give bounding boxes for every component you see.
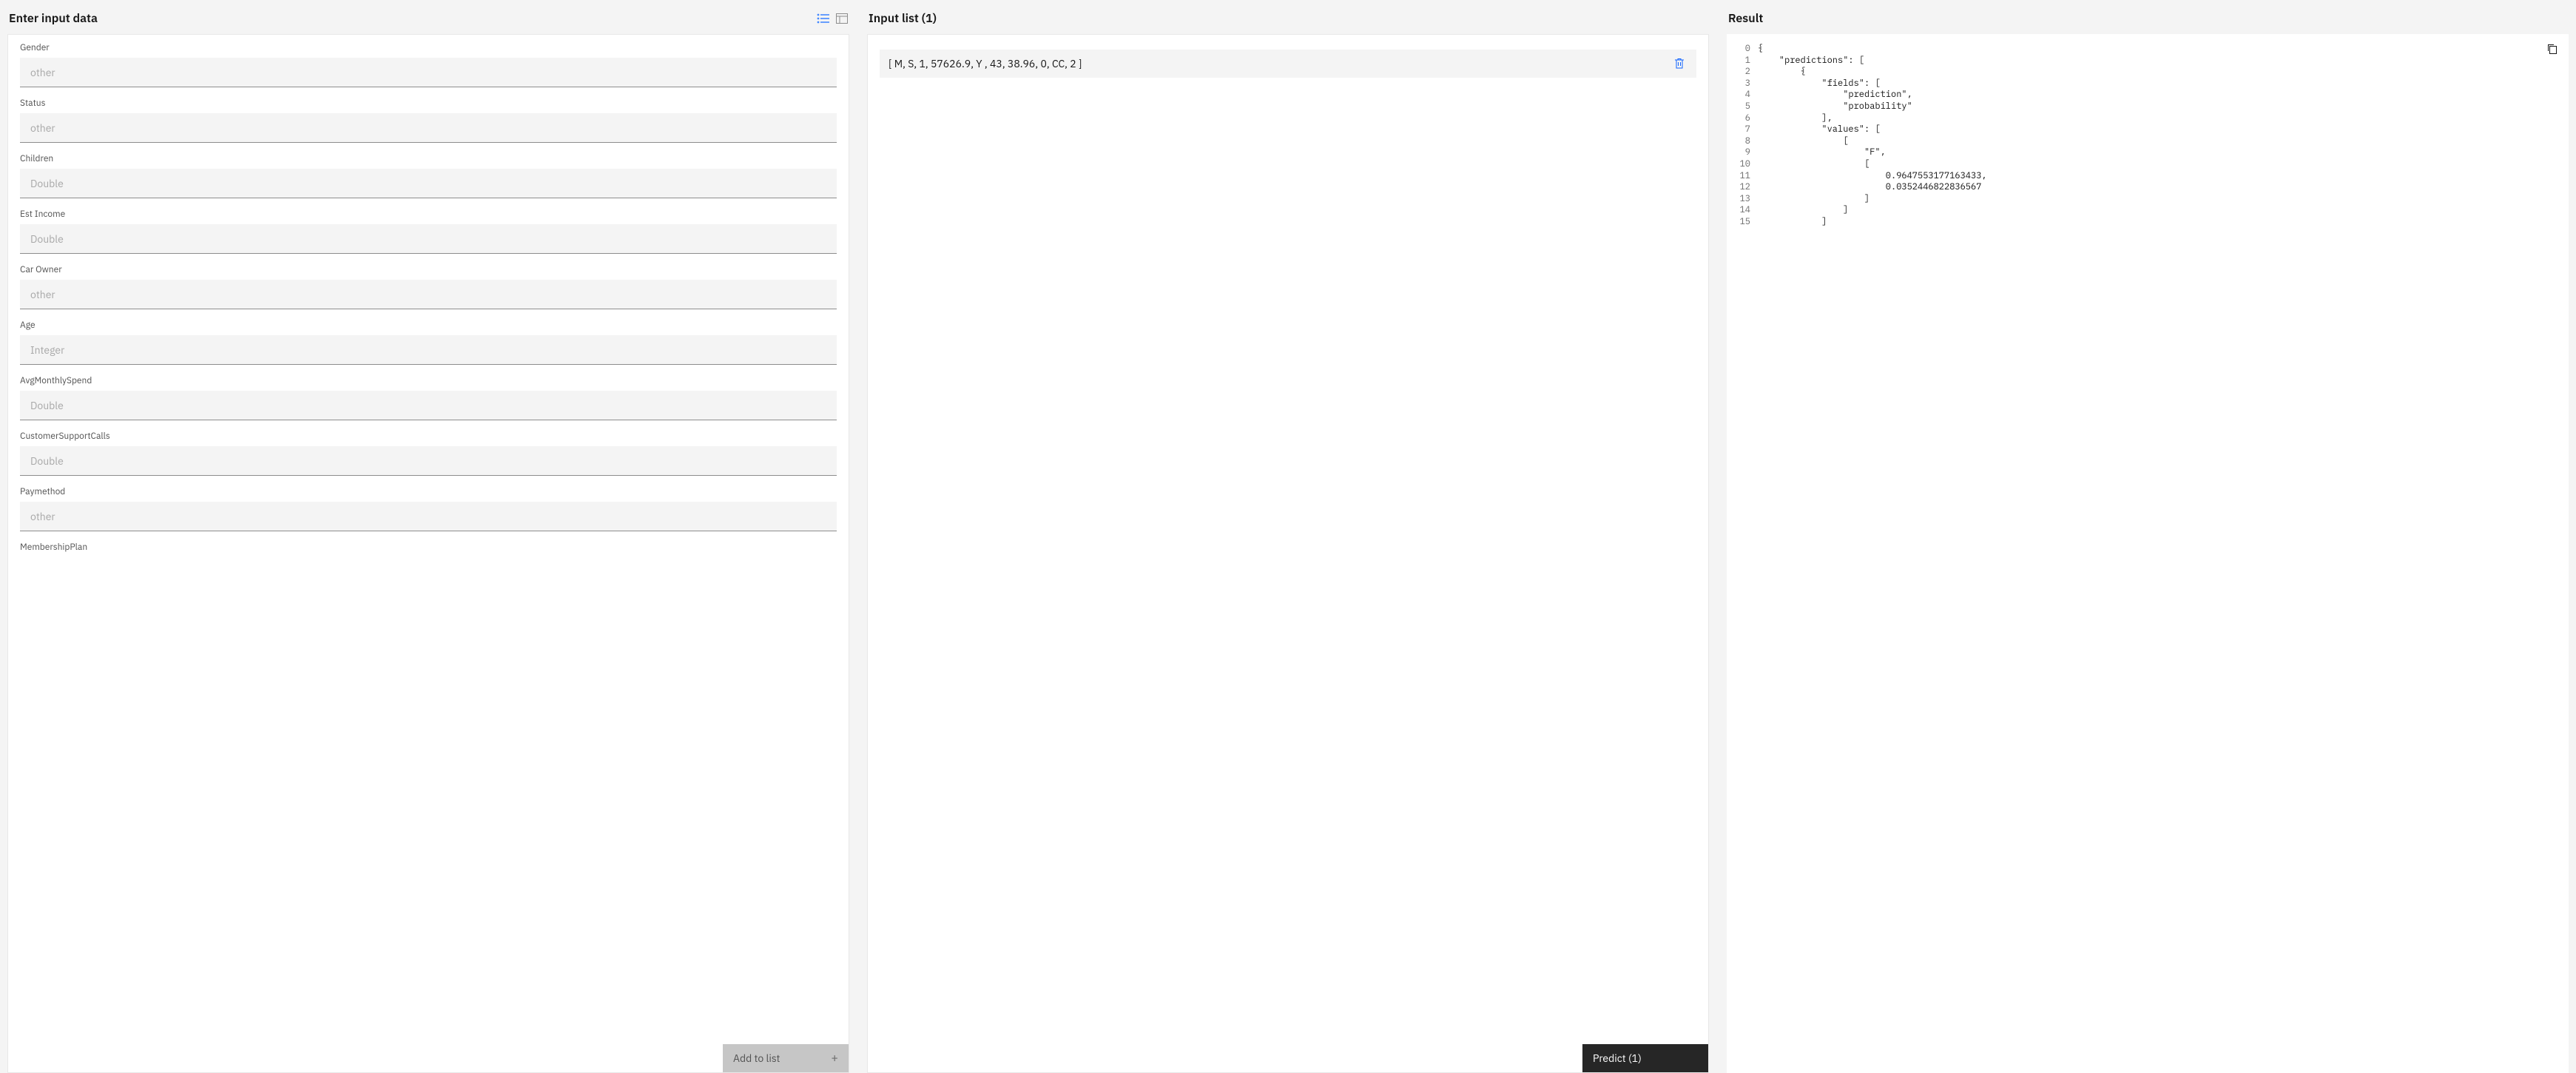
code-line: 2 {	[1739, 66, 2557, 78]
line-number: 5	[1739, 101, 1758, 112]
line-content: "fields": [	[1758, 78, 2557, 90]
customersupportcalls-input[interactable]	[20, 446, 837, 476]
field-label: Est Income	[20, 209, 837, 220]
field-label: AvgMonthlySpend	[20, 375, 837, 386]
line-number: 11	[1739, 170, 1758, 182]
list-item: [ M, S, 1, 57626.9, Y , 43, 38.96, 0, CC…	[880, 50, 1696, 78]
children-input[interactable]	[20, 169, 837, 198]
code-line: 0{	[1739, 43, 2557, 55]
line-content: ]	[1758, 204, 2557, 216]
predict-label: Predict (1)	[1593, 1052, 1642, 1065]
code-line: 12 0.0352446822836567	[1739, 181, 2557, 193]
line-content: ],	[1758, 112, 2557, 124]
est-income-input[interactable]	[20, 224, 837, 254]
field-label: Children	[20, 153, 837, 164]
code-line: 15 ]	[1739, 216, 2557, 228]
line-number: 6	[1739, 112, 1758, 124]
line-number: 14	[1739, 204, 1758, 216]
field-label: MembershipPlan	[20, 542, 837, 553]
code-line: 1 "predictions": [	[1739, 55, 2557, 67]
add-to-list-button[interactable]: Add to list +	[723, 1044, 849, 1072]
line-content: {	[1758, 66, 2557, 78]
line-content: ]	[1758, 193, 2557, 205]
code-line: 6 ],	[1739, 112, 2557, 124]
line-number: 12	[1739, 181, 1758, 193]
field-label: Status	[20, 98, 837, 109]
list-panel-title: Input list (1)	[869, 11, 937, 26]
field-label: Age	[20, 320, 837, 331]
line-number: 8	[1739, 135, 1758, 147]
line-content: ]	[1758, 216, 2557, 228]
line-number: 13	[1739, 193, 1758, 205]
plus-icon: +	[831, 1051, 838, 1066]
status-input[interactable]	[20, 113, 837, 143]
line-content: {	[1758, 43, 2557, 55]
code-line: 7 "values": [	[1739, 124, 2557, 135]
line-content: [	[1758, 135, 2557, 147]
result-panel-title: Result	[1728, 11, 1763, 26]
copy-icon	[2546, 43, 2558, 55]
code-line: 14 ]	[1739, 204, 2557, 216]
car-owner-input[interactable]	[20, 280, 837, 309]
avgmonthlyspend-input[interactable]	[20, 391, 837, 420]
code-line: 4 "prediction",	[1739, 89, 2557, 101]
line-number: 3	[1739, 78, 1758, 90]
field-label: CustomerSupportCalls	[20, 431, 837, 442]
age-input[interactable]	[20, 335, 837, 365]
input-panel-title: Enter input data	[9, 11, 98, 26]
line-content: 0.0352446822836567	[1758, 181, 2557, 193]
line-number: 9	[1739, 147, 1758, 158]
code-line: 10 [	[1739, 158, 2557, 170]
line-content: "F",	[1758, 147, 2557, 158]
line-number: 15	[1739, 216, 1758, 228]
trash-icon	[1674, 58, 1685, 70]
line-number: 7	[1739, 124, 1758, 135]
line-number: 0	[1739, 43, 1758, 55]
code-line: 9 "F",	[1739, 147, 2557, 158]
code-line: 11 0.9647553177163433,	[1739, 170, 2557, 182]
field-label: Gender	[20, 42, 837, 53]
add-to-list-label: Add to list	[733, 1052, 780, 1065]
copy-button[interactable]	[2543, 40, 2561, 60]
table-view-icon[interactable]	[836, 13, 848, 24]
paymethod-input[interactable]	[20, 502, 837, 531]
code-line: 13 ]	[1739, 193, 2557, 205]
line-content: 0.9647553177163433,	[1758, 170, 2557, 182]
line-number: 4	[1739, 89, 1758, 101]
line-content: "prediction",	[1758, 89, 2557, 101]
code-line: 3 "fields": [	[1739, 78, 2557, 90]
field-label: Paymethod	[20, 486, 837, 497]
code-line: 5 "probability"	[1739, 101, 2557, 112]
list-item-text: [ M, S, 1, 57626.9, Y , 43, 38.96, 0, CC…	[889, 57, 1082, 70]
line-content: [	[1758, 158, 2557, 170]
line-number: 10	[1739, 158, 1758, 170]
line-content: "predictions": [	[1758, 55, 2557, 67]
field-label: Car Owner	[20, 264, 837, 275]
line-number: 1	[1739, 55, 1758, 67]
predict-button[interactable]: Predict (1)	[1582, 1044, 1708, 1072]
gender-input[interactable]	[20, 58, 837, 87]
list-view-icon[interactable]	[817, 13, 830, 24]
line-number: 2	[1739, 66, 1758, 78]
delete-row-button[interactable]	[1671, 55, 1687, 73]
line-content: "values": [	[1758, 124, 2557, 135]
code-line: 8 [	[1739, 135, 2557, 147]
line-content: "probability"	[1758, 101, 2557, 112]
